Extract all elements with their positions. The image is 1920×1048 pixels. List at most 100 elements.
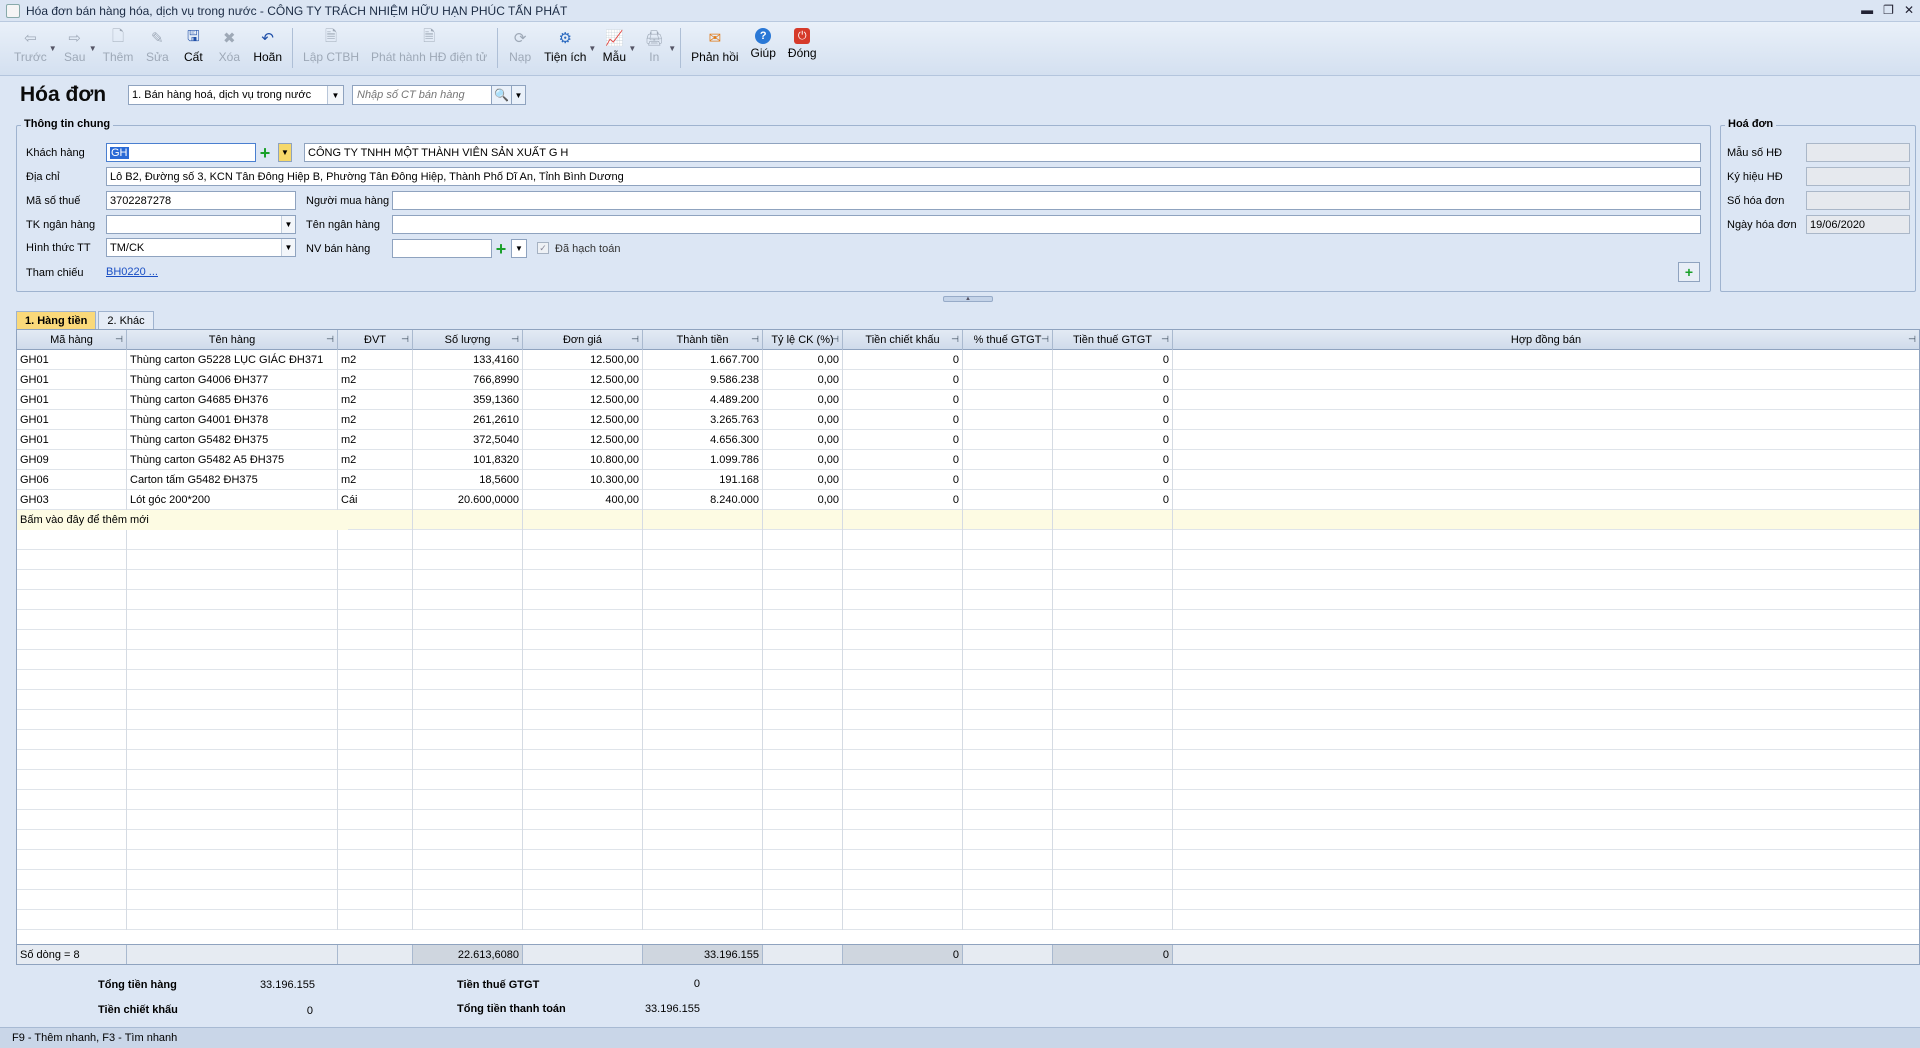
search-options-chevron-icon[interactable]: ▼ xyxy=(512,85,526,105)
table-cell[interactable] xyxy=(1053,790,1173,810)
table-cell[interactable] xyxy=(643,790,763,810)
table-cell[interactable] xyxy=(1053,850,1173,870)
table-cell[interactable] xyxy=(338,750,413,770)
table-cell[interactable] xyxy=(843,890,963,910)
table-cell[interactable] xyxy=(843,510,963,530)
table-cell[interactable] xyxy=(523,810,643,830)
table-cell[interactable]: 0 xyxy=(843,450,963,470)
table-cell[interactable] xyxy=(413,890,523,910)
table-cell[interactable] xyxy=(523,730,643,750)
table-cell[interactable] xyxy=(1173,570,1919,590)
table-cell[interactable] xyxy=(338,730,413,750)
empty-row[interactable] xyxy=(17,710,1919,730)
table-cell[interactable] xyxy=(963,670,1053,690)
table-cell[interactable] xyxy=(17,910,127,930)
table-cell[interactable] xyxy=(763,550,843,570)
table-cell[interactable] xyxy=(413,510,523,530)
edit-button[interactable]: ✎ Sửa xyxy=(139,22,175,64)
table-cell[interactable] xyxy=(1053,770,1173,790)
table-cell[interactable] xyxy=(763,870,843,890)
table-cell[interactable] xyxy=(643,590,763,610)
table-cell[interactable] xyxy=(413,550,523,570)
pin-icon[interactable]: ⊣ xyxy=(1161,334,1169,345)
table-cell[interactable]: 133,4160 xyxy=(413,350,523,370)
table-cell[interactable]: 0 xyxy=(1053,390,1173,410)
print-caret-icon[interactable]: ▼ xyxy=(668,44,676,53)
table-cell[interactable] xyxy=(963,470,1053,490)
empty-row[interactable] xyxy=(17,530,1919,550)
utility-caret-icon[interactable]: ▼ xyxy=(588,44,596,53)
table-cell[interactable] xyxy=(17,870,127,890)
table-cell[interactable] xyxy=(338,630,413,650)
table-cell[interactable] xyxy=(338,910,413,930)
invoice-type-select[interactable]: 1. Bán hàng hoá, dịch vụ trong nước ▼ xyxy=(128,85,344,105)
pin-icon[interactable]: ⊣ xyxy=(1908,334,1916,345)
table-cell[interactable] xyxy=(1173,790,1919,810)
customer-name-input[interactable]: CÔNG TY TNHH MỘT THÀNH VIÊN SẢN XUẤT G H xyxy=(304,143,1701,162)
table-cell[interactable] xyxy=(127,870,338,890)
table-cell[interactable] xyxy=(338,590,413,610)
table-cell[interactable] xyxy=(1053,510,1173,530)
table-cell[interactable] xyxy=(338,690,413,710)
table-cell[interactable] xyxy=(963,510,1053,530)
empty-row[interactable] xyxy=(17,630,1919,650)
table-cell[interactable]: 0 xyxy=(1053,490,1173,510)
table-cell[interactable] xyxy=(17,810,127,830)
table-cell[interactable]: Thùng carton G5228 LỤC GIÁC ĐH371 xyxy=(127,350,338,370)
table-cell[interactable] xyxy=(843,730,963,750)
table-cell[interactable] xyxy=(17,610,127,630)
table-cell[interactable] xyxy=(17,750,127,770)
table-cell[interactable] xyxy=(843,850,963,870)
table-cell[interactable] xyxy=(17,670,127,690)
empty-row[interactable] xyxy=(17,830,1919,850)
table-cell[interactable] xyxy=(963,430,1053,450)
table-cell[interactable] xyxy=(963,530,1053,550)
table-cell[interactable] xyxy=(338,770,413,790)
table-cell[interactable] xyxy=(763,830,843,850)
table-cell[interactable] xyxy=(338,710,413,730)
invoice-template-input[interactable] xyxy=(1806,143,1910,162)
table-cell[interactable] xyxy=(963,390,1053,410)
table-cell[interactable] xyxy=(843,570,963,590)
table-row[interactable]: GH01 Thùng carton G4006 ĐH377 m2 766,8990 12… xyxy=(17,370,1919,390)
pin-icon[interactable]: ⊣ xyxy=(751,334,759,345)
add-customer-plus-icon[interactable]: + xyxy=(256,143,274,162)
table-cell[interactable]: 191.168 xyxy=(643,470,763,490)
payment-method-select[interactable]: TM/CK ▼ xyxy=(106,238,296,257)
table-cell[interactable] xyxy=(763,670,843,690)
table-cell[interactable] xyxy=(1173,870,1919,890)
table-cell[interactable] xyxy=(338,850,413,870)
table-cell[interactable]: 0,00 xyxy=(763,390,843,410)
next-button[interactable]: ⇨ Sau xyxy=(57,22,93,64)
column-header-vat-amount[interactable]: Tiền thuế GTGT ⊣ xyxy=(1053,330,1173,350)
table-row[interactable]: GH01 Thùng carton G5228 LỤC GIÁC ĐH371 m2 1… xyxy=(17,350,1919,370)
customer-dropdown-chevron-icon[interactable]: ▼ xyxy=(278,143,292,162)
table-cell[interactable] xyxy=(843,750,963,770)
table-cell[interactable] xyxy=(1053,670,1173,690)
table-cell[interactable] xyxy=(1053,570,1173,590)
table-cell[interactable] xyxy=(17,550,127,570)
table-cell[interactable]: m2 xyxy=(338,390,413,410)
column-header-item-name[interactable]: Tên hàng ⊣ xyxy=(127,330,338,350)
table-cell[interactable] xyxy=(643,650,763,670)
table-cell[interactable]: GH01 xyxy=(17,410,127,430)
table-cell[interactable] xyxy=(523,590,643,610)
table-cell[interactable] xyxy=(963,550,1053,570)
table-cell[interactable] xyxy=(1173,890,1919,910)
empty-row[interactable] xyxy=(17,590,1919,610)
table-cell[interactable] xyxy=(763,630,843,650)
table-cell[interactable] xyxy=(1053,690,1173,710)
table-cell[interactable] xyxy=(127,530,338,550)
empty-row[interactable] xyxy=(17,890,1919,910)
table-cell[interactable]: 8.240.000 xyxy=(643,490,763,510)
table-cell[interactable] xyxy=(643,870,763,890)
table-cell[interactable] xyxy=(843,790,963,810)
table-cell[interactable] xyxy=(338,670,413,690)
table-cell[interactable] xyxy=(763,850,843,870)
table-row[interactable]: GH01 Thùng carton G4685 ĐH376 m2 359,1360 12… xyxy=(17,390,1919,410)
panel-splitter[interactable]: ▲ xyxy=(943,296,993,302)
table-cell[interactable] xyxy=(523,850,643,870)
table-cell[interactable] xyxy=(763,790,843,810)
table-cell[interactable]: 12.500,00 xyxy=(523,350,643,370)
chevron-down-icon[interactable]: ▼ xyxy=(281,239,295,256)
